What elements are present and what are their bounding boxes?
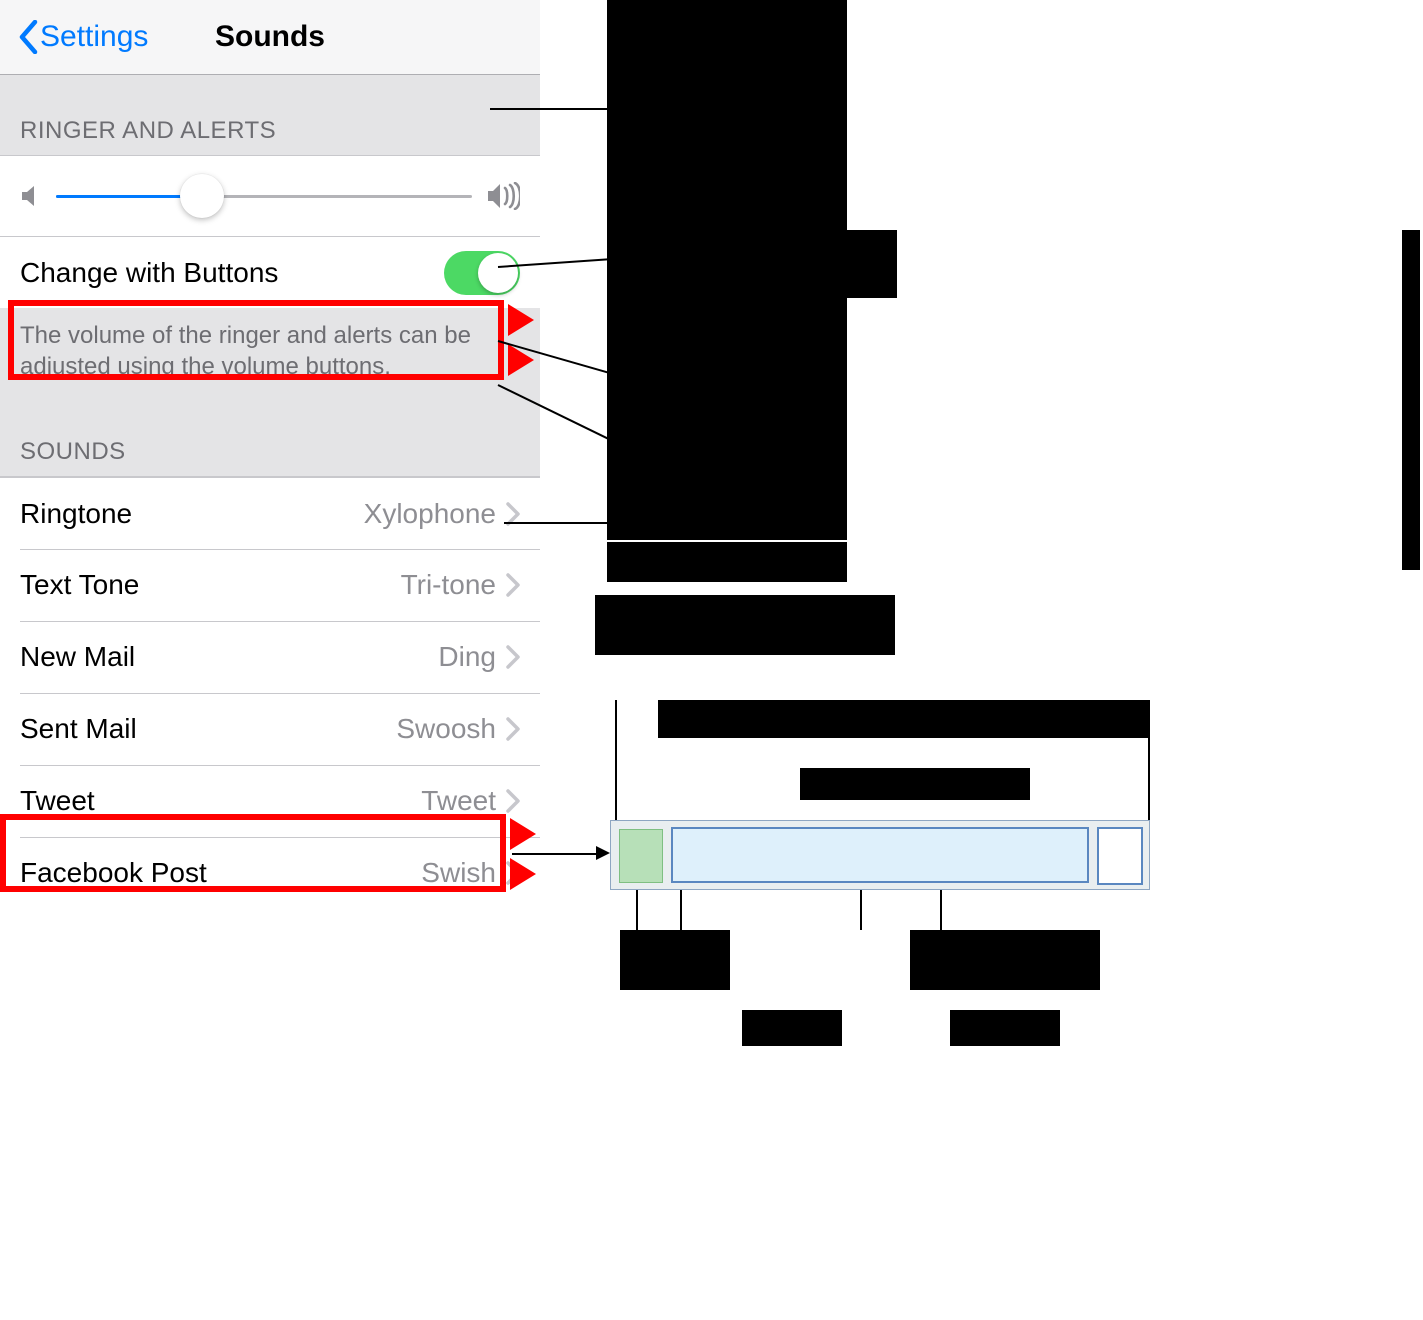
diagram-accessory-box <box>1097 827 1143 885</box>
sounds-row-value: Tweet <box>421 785 496 817</box>
sounds-row-label: New Mail <box>20 641 438 673</box>
speaker-high-icon <box>486 182 520 210</box>
chevron-right-icon <box>506 645 520 669</box>
sounds-row-value: Ding <box>438 641 496 673</box>
redacted-label <box>742 1010 842 1046</box>
volume-slider[interactable] <box>56 176 472 216</box>
sounds-list: RingtoneXylophoneText ToneTri-toneNew Ma… <box>0 477 540 909</box>
redacted-label <box>595 595 895 655</box>
speaker-low-icon <box>20 184 42 208</box>
leader-line <box>940 890 942 930</box>
sounds-row-value: Swoosh <box>396 713 496 745</box>
sounds-row[interactable]: RingtoneXylophone <box>0 477 540 549</box>
sounds-row-label: Tweet <box>20 785 421 817</box>
sounds-row[interactable]: Sent MailSwoosh <box>0 693 540 765</box>
redacted-label <box>800 768 1030 800</box>
sounds-settings-panel: Settings Sounds RINGER AND ALERTS Change… <box>0 0 540 909</box>
sounds-row[interactable]: New MailDing <box>0 621 540 693</box>
chevron-right-icon <box>506 861 520 885</box>
sounds-row[interactable]: Facebook PostSwish <box>0 837 540 909</box>
leader-line <box>636 890 638 930</box>
navigation-bar: Settings Sounds <box>0 0 540 75</box>
back-label: Settings <box>40 20 148 54</box>
section-footer-ringer: The volume of the ringer and alerts can … <box>0 308 540 396</box>
sounds-row-label: Facebook Post <box>20 857 421 889</box>
diagram-contentview-box <box>671 827 1089 883</box>
redacted-label <box>950 1010 1060 1046</box>
redacted-label <box>847 230 897 298</box>
slider-thumb[interactable] <box>180 174 224 218</box>
sounds-row[interactable]: TweetTweet <box>0 765 540 837</box>
redacted-label <box>607 0 847 540</box>
leader-line <box>490 108 608 110</box>
chevron-left-icon <box>18 20 38 54</box>
leader-line <box>615 700 617 822</box>
chevron-right-icon <box>506 789 520 813</box>
sounds-row-label: Ringtone <box>20 498 364 530</box>
chevron-right-icon <box>506 717 520 741</box>
leader-line <box>860 890 862 930</box>
section-header-ringer: RINGER AND ALERTS <box>0 75 540 156</box>
arrow-head-icon <box>596 846 610 860</box>
redacted-label <box>658 700 1148 738</box>
redacted-label <box>607 542 847 582</box>
sounds-row-value: Swish <box>421 857 496 889</box>
redacted-label <box>620 930 730 990</box>
redacted-label <box>1402 230 1420 570</box>
sounds-row-label: Text Tone <box>20 569 401 601</box>
diagram-imageview-box <box>619 829 663 883</box>
tablecell-layout-diagram <box>610 820 1150 890</box>
back-button[interactable]: Settings <box>18 20 148 54</box>
leader-line <box>1148 700 1150 822</box>
section-header-sounds: SOUNDS <box>0 396 540 477</box>
chevron-right-icon <box>506 573 520 597</box>
change-with-buttons-row: Change with Buttons <box>0 236 540 308</box>
sounds-row-value: Xylophone <box>364 498 496 530</box>
redacted-label <box>910 930 1100 990</box>
sounds-row-value: Tri-tone <box>401 569 496 601</box>
volume-slider-row <box>0 156 540 236</box>
leader-line <box>504 522 608 524</box>
sounds-row[interactable]: Text ToneTri-tone <box>0 549 540 621</box>
leader-line <box>680 890 682 930</box>
change-with-buttons-label: Change with Buttons <box>20 257 444 289</box>
arrow-line <box>512 853 598 855</box>
sounds-row-label: Sent Mail <box>20 713 396 745</box>
change-with-buttons-toggle[interactable] <box>444 251 520 295</box>
toggle-knob <box>478 253 518 293</box>
